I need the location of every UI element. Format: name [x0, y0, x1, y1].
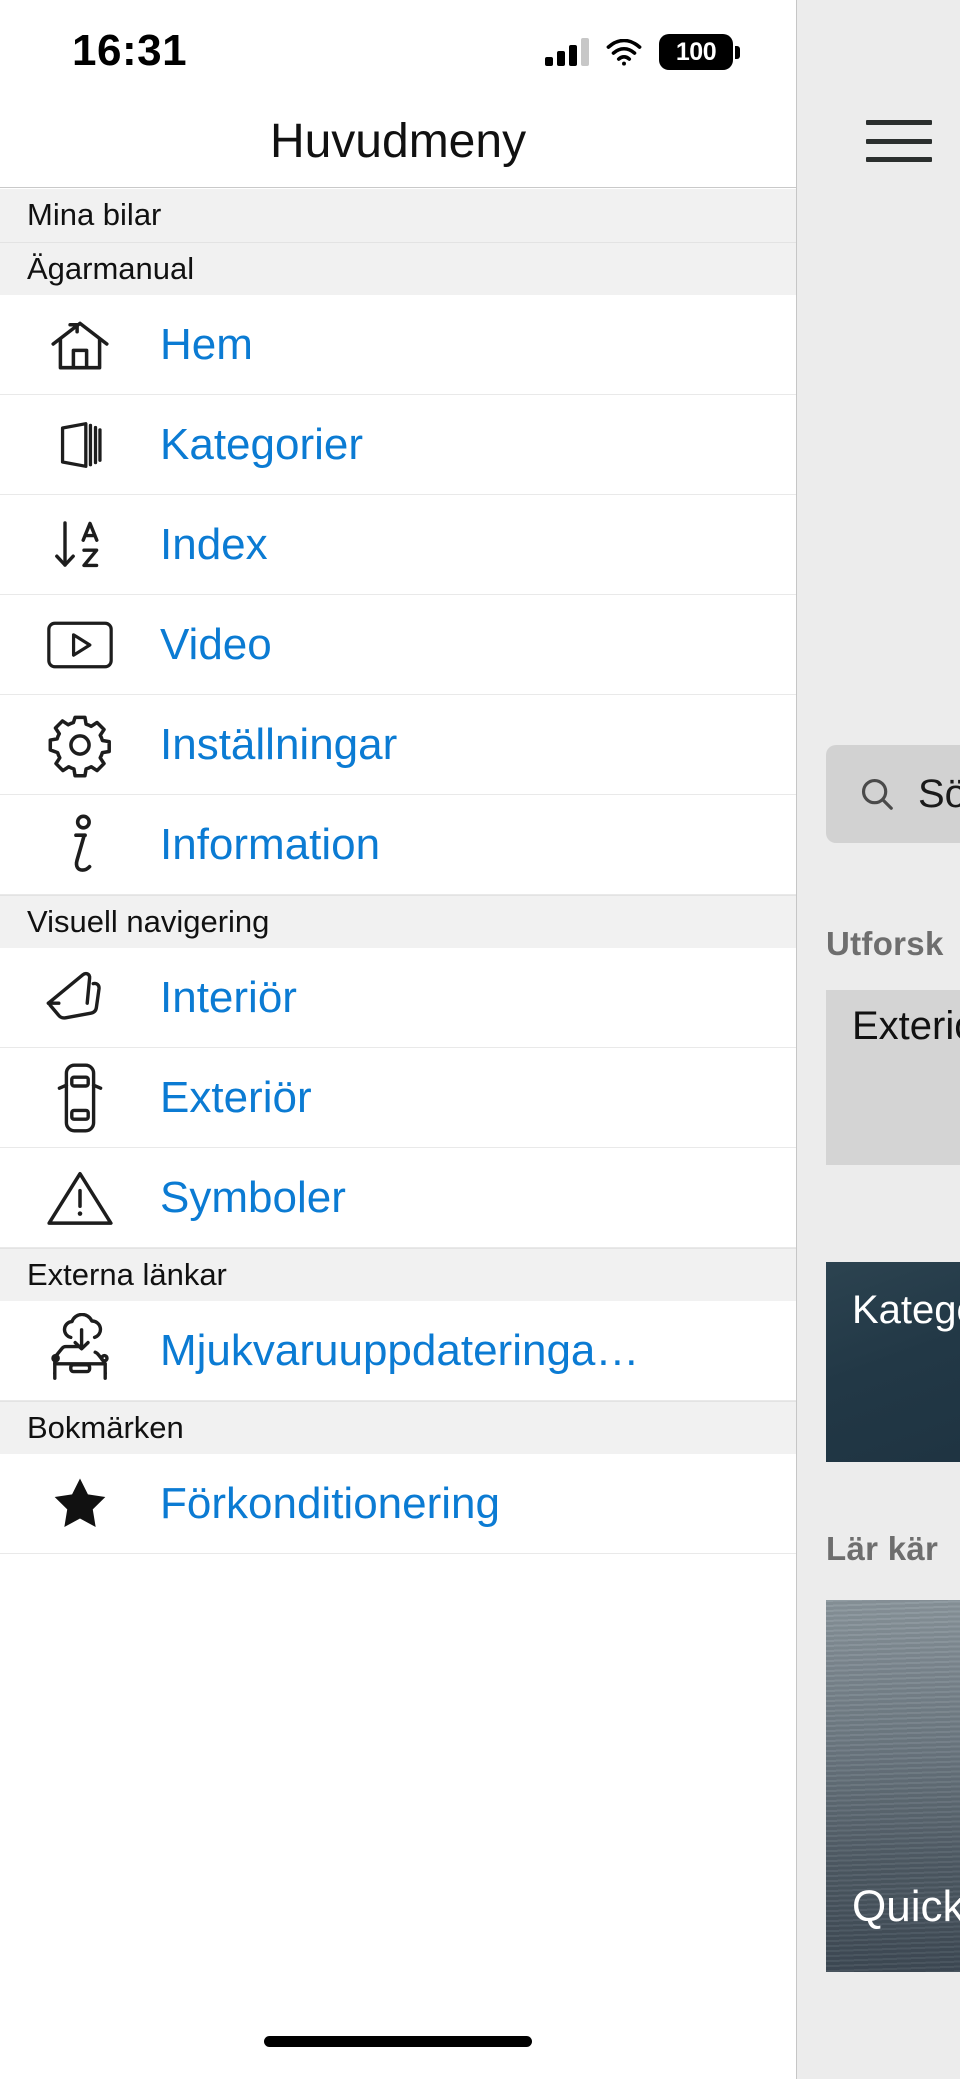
menu-item-interi-r[interactable]: Interiör — [0, 948, 796, 1048]
software-update-icon — [0, 1312, 160, 1389]
book-icon — [0, 412, 160, 478]
card-categories[interactable]: Katego — [826, 1262, 960, 1462]
drawer-menu-list: Mina bilar Ägarmanual Hem Kategorier Index Vi… — [0, 189, 796, 1554]
menu-item-video[interactable]: Video — [0, 595, 796, 695]
section-header: Externa länkar — [0, 1248, 796, 1301]
status-bar-clock: 16:31 — [72, 26, 188, 75]
status-bar-icons: 100 — [545, 34, 740, 70]
menu-item-information[interactable]: Information — [0, 795, 796, 895]
hamburger-line — [866, 120, 932, 125]
section-header: Mina bilar — [0, 189, 796, 242]
drawer-title-bar: Huvudmeny — [0, 96, 796, 188]
hamburger-menu-icon[interactable] — [866, 120, 932, 162]
card-exterior[interactable]: Exteriö — [826, 990, 960, 1165]
menu-item-label: Interiör — [160, 972, 297, 1022]
page-title: Huvudmeny — [269, 115, 527, 168]
battery-level: 100 — [659, 34, 733, 70]
menu-item-mjukvaruuppdateringa[interactable]: Mjukvaruuppdateringa… — [0, 1301, 796, 1401]
explore-section-heading: Utforsk — [826, 925, 944, 962]
learn-section-heading: Lär kär — [826, 1530, 939, 1567]
menu-item-f-rkonditionering[interactable]: Förkonditionering — [0, 1454, 796, 1554]
car-seat-icon — [0, 968, 160, 1028]
home-indicator — [264, 2036, 532, 2047]
menu-item-label: Symboler — [160, 1172, 346, 1222]
star-icon — [0, 1475, 160, 1533]
video-icon — [0, 619, 160, 671]
battery-icon: 100 — [659, 34, 740, 70]
car-top-view-icon — [0, 1062, 160, 1134]
menu-item-label: Hem — [160, 319, 253, 369]
search-placeholder: Sö — [918, 771, 960, 816]
card-quick-guide[interactable]: Quick — [826, 1600, 960, 1972]
menu-item-label: Index — [160, 519, 268, 569]
section-header: Ägarmanual — [0, 242, 796, 295]
section-header: Visuell navigering — [0, 895, 796, 948]
menu-item-label: Förkonditionering — [160, 1478, 500, 1528]
menu-item-kategorier[interactable]: Kategorier — [0, 395, 796, 495]
menu-item-hem[interactable]: Hem — [0, 295, 796, 395]
gear-icon — [0, 712, 160, 778]
cellular-signal-icon — [545, 38, 589, 66]
hamburger-line — [866, 138, 932, 144]
menu-item-label: Mjukvaruuppdateringa… — [160, 1325, 640, 1375]
menu-item-label: Information — [160, 819, 381, 869]
menu-item-label: Inställningar — [160, 719, 398, 769]
search-icon — [861, 778, 893, 810]
status-bar: 16:31 100 — [0, 0, 796, 96]
home-icon — [0, 312, 160, 378]
main-menu-drawer: 16:31 100 Huvudmeny Mina bilar Ägarmanual… — [0, 0, 797, 2079]
card-quick-guide-label: Quick — [852, 1882, 960, 1931]
battery-nub — [735, 45, 740, 59]
menu-item-symboler[interactable]: Symboler — [0, 1148, 796, 1248]
search-input[interactable]: Sö — [826, 745, 960, 843]
menu-item-label: Kategorier — [160, 419, 364, 469]
menu-item-inst-llningar[interactable]: Inställningar — [0, 695, 796, 795]
menu-item-label: Video — [160, 619, 272, 669]
section-header: Bokmärken — [0, 1401, 796, 1454]
wifi-icon — [606, 38, 642, 66]
sort-az-icon — [0, 512, 160, 578]
info-icon — [0, 811, 160, 879]
menu-item-label: Exteriör — [160, 1072, 312, 1122]
menu-item-index[interactable]: Index — [0, 495, 796, 595]
hamburger-line — [866, 157, 932, 162]
warning-triangle-icon — [0, 1167, 160, 1229]
menu-item-exteri-r[interactable]: Exteriör — [0, 1048, 796, 1148]
